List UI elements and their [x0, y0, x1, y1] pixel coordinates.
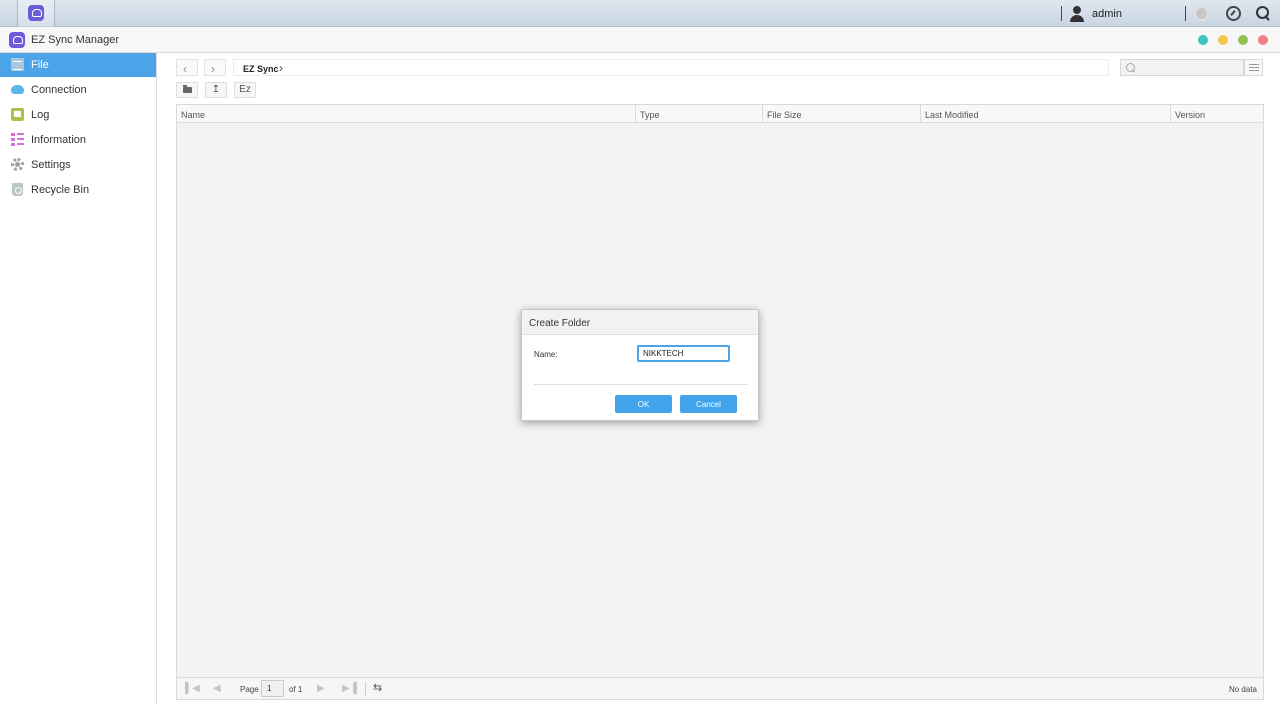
- search-icon[interactable]: [1256, 6, 1271, 21]
- sidebar-item-label: Recycle Bin: [31, 184, 90, 196]
- sidebar-item-label: Log: [31, 109, 50, 121]
- folder-icon: [183, 85, 192, 93]
- window-close-button[interactable]: [1258, 35, 1268, 45]
- list-icon: [11, 133, 24, 146]
- sidebar-item-label: File: [31, 59, 49, 71]
- first-page-icon[interactable]: ▌◀: [185, 683, 200, 694]
- next-page-icon[interactable]: ▶: [317, 683, 325, 694]
- ez-action-button[interactable]: Ez: [234, 82, 256, 98]
- create-folder-button[interactable]: [176, 82, 198, 98]
- forward-button[interactable]: ›: [204, 59, 226, 76]
- taskbar-separator: [1061, 6, 1062, 21]
- table-header: Name Type File Size Last Modified Versio…: [177, 105, 1263, 123]
- dialog-divider: [534, 384, 747, 385]
- folder-name-label: Name:: [534, 350, 558, 359]
- sidebar-item-recycle-bin[interactable]: Recycle Bin: [0, 178, 156, 202]
- sidebar-item-connection[interactable]: Connection: [0, 78, 156, 102]
- folder-name-input[interactable]: [637, 345, 730, 362]
- file-icon: [11, 58, 24, 71]
- sidebar-item-file[interactable]: File: [0, 53, 156, 77]
- app-logo-icon: [9, 32, 25, 48]
- view-options-button[interactable]: [1244, 59, 1263, 76]
- dialog-title: Create Folder: [529, 318, 591, 329]
- user-icon[interactable]: [1069, 6, 1085, 22]
- create-folder-dialog: Create Folder Name: OK Cancel: [521, 309, 759, 421]
- dashboard-icon[interactable]: [1226, 6, 1241, 21]
- breadcrumb-item-ez-sync[interactable]: EZ Sync: [243, 64, 279, 74]
- user-name[interactable]: admin: [1092, 8, 1122, 20]
- ez-sync-app-icon: [28, 5, 44, 21]
- window-minimize-button[interactable]: [1218, 35, 1228, 45]
- log-icon: [11, 108, 24, 121]
- column-label: Type: [640, 110, 660, 120]
- page-count: of 1: [289, 685, 303, 694]
- sidebar-item-information[interactable]: Information: [0, 128, 156, 152]
- column-label: Name: [181, 110, 206, 120]
- taskbar-separator: [1185, 6, 1186, 21]
- taskbar-app-ez-sync[interactable]: [17, 0, 55, 27]
- pagination-bar: ▌◀ ◀ Page of 1 ▶ ▶▐ ⇆ No data: [177, 677, 1263, 699]
- column-label: Version: [1175, 110, 1206, 120]
- column-file-size[interactable]: File Size: [763, 105, 921, 123]
- cancel-button[interactable]: Cancel: [680, 395, 737, 413]
- upload-icon: ↥: [211, 84, 221, 95]
- sidebar: File Connection Log Information Settings…: [0, 53, 157, 704]
- breadcrumb: EZ Sync ›: [233, 59, 1109, 76]
- column-label: File Size: [767, 110, 802, 120]
- window-title: EZ Sync Manager: [31, 34, 120, 46]
- pager-status: No data: [1228, 685, 1257, 694]
- gear-icon: [11, 158, 24, 171]
- window-help-button[interactable]: [1198, 35, 1208, 45]
- column-version[interactable]: Version: [1171, 105, 1263, 123]
- chevron-left-icon: ‹: [183, 62, 187, 76]
- search-input[interactable]: [1139, 61, 1239, 74]
- chevron-right-icon: ›: [211, 62, 215, 76]
- search-icon: [1126, 63, 1136, 73]
- refresh-icon[interactable]: ⇆: [373, 681, 382, 694]
- search-box: [1120, 59, 1244, 76]
- notification-icon[interactable]: [1194, 6, 1209, 21]
- ez-icon: Ez: [239, 84, 251, 95]
- window-maximize-button[interactable]: [1238, 35, 1248, 45]
- sidebar-item-label: Connection: [31, 84, 87, 96]
- sidebar-item-settings[interactable]: Settings: [0, 153, 156, 177]
- page-number-input[interactable]: [261, 680, 284, 697]
- column-name[interactable]: Name: [177, 105, 636, 123]
- recycle-bin-icon: [12, 183, 23, 196]
- previous-page-icon[interactable]: ◀: [213, 683, 221, 694]
- cloud-icon: [11, 85, 24, 94]
- ok-button[interactable]: OK: [615, 395, 672, 413]
- column-last-modified[interactable]: Last Modified: [921, 105, 1171, 123]
- dialog-header[interactable]: Create Folder: [522, 310, 758, 335]
- pager-divider: [365, 682, 366, 696]
- last-page-icon[interactable]: ▶▐: [342, 683, 357, 694]
- window-titlebar: EZ Sync Manager: [0, 27, 1280, 53]
- back-button[interactable]: ‹: [176, 59, 198, 76]
- sidebar-item-label: Information: [31, 134, 87, 146]
- column-type[interactable]: Type: [636, 105, 763, 123]
- page-label: Page: [240, 685, 259, 694]
- desktop-taskbar: admin: [0, 0, 1280, 27]
- sidebar-item-log[interactable]: Log: [0, 103, 156, 127]
- upload-button[interactable]: ↥: [205, 82, 227, 98]
- column-label: Last Modified: [925, 110, 979, 120]
- chevron-right-icon[interactable]: ›: [279, 61, 283, 75]
- sidebar-item-label: Settings: [31, 159, 71, 171]
